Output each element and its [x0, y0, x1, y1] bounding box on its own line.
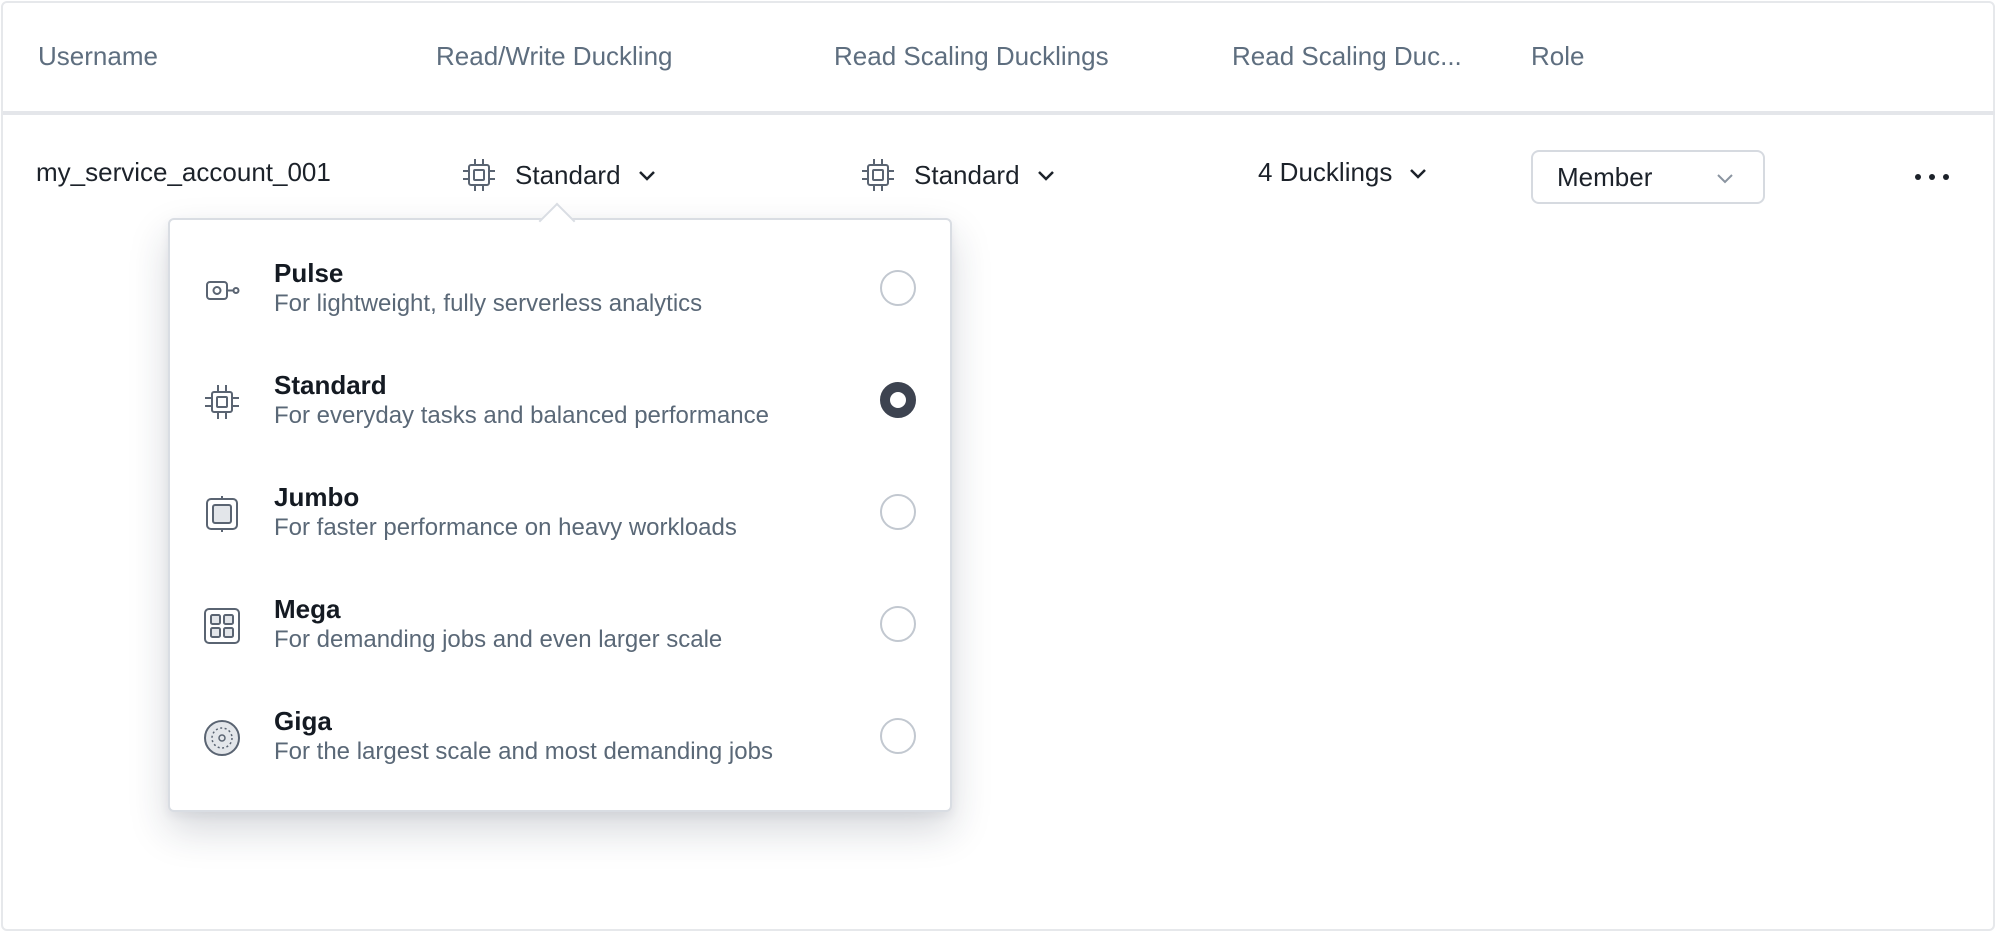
rw-duckling-value: Standard — [515, 159, 621, 190]
radio-standard[interactable] — [880, 382, 916, 418]
option-mega[interactable]: Mega For demanding jobs and even larger … — [170, 572, 950, 684]
option-title: Giga — [274, 706, 332, 736]
rw-duckling-select[interactable]: Standard — [461, 157, 657, 193]
option-description: For lightweight, fully serverless analyt… — [274, 290, 703, 317]
column-header-username[interactable]: Username — [38, 41, 158, 72]
column-header-rs-count[interactable]: Read Scaling Duc... — [1232, 41, 1462, 72]
column-header-rs-ducklings[interactable]: Read Scaling Ducklings — [834, 41, 1109, 72]
option-title: Jumbo — [274, 482, 360, 512]
column-header-role[interactable]: Role — [1531, 41, 1584, 72]
option-pulse[interactable]: Pulse For lightweight, fully serverless … — [170, 236, 950, 348]
rs-ducklings-select[interactable]: Standard — [860, 157, 1056, 193]
chevron-down-icon — [1717, 174, 1733, 184]
giga-icon — [204, 720, 240, 756]
radio-jumbo[interactable] — [880, 494, 916, 530]
pulse-icon — [206, 281, 240, 300]
jumbo-icon — [206, 496, 238, 532]
rs-count-value: 4 Ducklings — [1258, 157, 1393, 187]
dot — [1943, 174, 1949, 180]
table-header: Username Read/Write Duckling Read Scalin… — [3, 3, 1995, 115]
role-value: Member — [1557, 161, 1653, 192]
chevron-down-icon — [638, 171, 655, 181]
option-description: For faster performance on heavy workload… — [274, 514, 737, 541]
option-title: Pulse — [274, 258, 344, 288]
radio-pulse[interactable] — [880, 270, 916, 306]
chevron-down-icon — [1037, 171, 1054, 181]
chip-icon — [862, 159, 894, 191]
radio-mega[interactable] — [880, 606, 916, 642]
option-standard[interactable]: Standard For everyday tasks and balanced… — [170, 348, 950, 460]
option-description: For everyday tasks and balanced performa… — [274, 402, 769, 429]
dot — [1915, 174, 1921, 180]
option-giga[interactable]: Giga For the largest scale and most dema… — [170, 684, 950, 796]
duckling-size-dropdown: Pulse For lightweight, fully serverless … — [168, 218, 952, 812]
option-title: Mega — [274, 594, 341, 624]
radio-giga[interactable] — [880, 718, 916, 754]
more-options-button[interactable] — [1915, 163, 1949, 191]
chip-icon — [205, 385, 239, 419]
chevron-down-icon — [1410, 168, 1427, 179]
option-description: For the largest scale and most demanding… — [274, 738, 773, 765]
option-description: For demanding jobs and even larger scale — [274, 626, 723, 653]
username-cell: my_service_account_001 — [36, 157, 331, 187]
dot — [1929, 174, 1935, 180]
column-header-rw-duckling[interactable]: Read/Write Duckling — [436, 41, 673, 72]
rs-count-select[interactable]: 4 Ducklings — [1258, 157, 1428, 188]
rs-ducklings-value: Standard — [914, 159, 1020, 190]
role-select[interactable]: Member — [1531, 150, 1765, 204]
option-title: Standard — [274, 370, 387, 400]
option-jumbo[interactable]: Jumbo For faster performance on heavy wo… — [170, 460, 950, 572]
chip-icon — [463, 159, 495, 191]
grid-icon — [204, 608, 240, 644]
